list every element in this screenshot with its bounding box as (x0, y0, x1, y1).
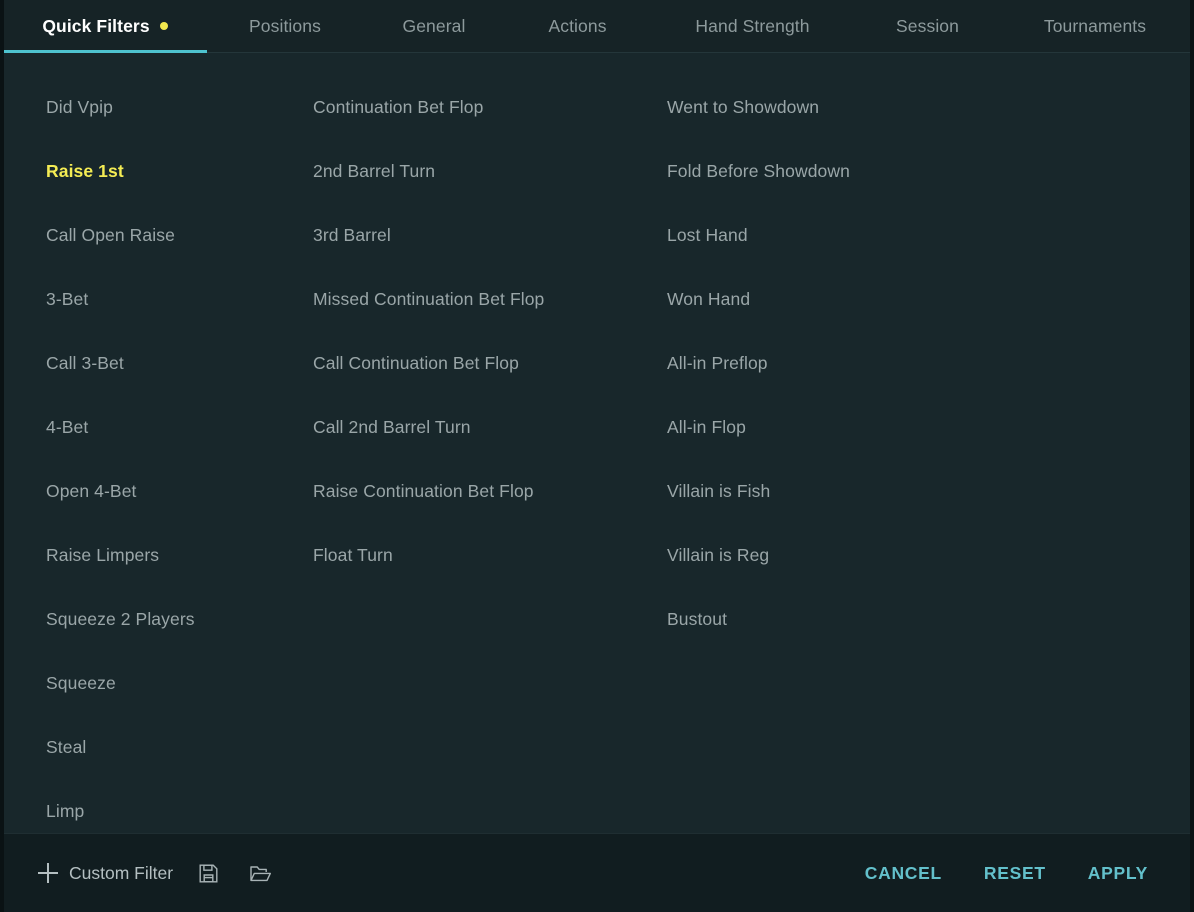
tab-tournaments[interactable]: Tournaments (1000, 0, 1190, 52)
filter-item[interactable]: Won Hand (667, 267, 1020, 331)
tab-label: Hand Strength (695, 15, 810, 36)
filter-item[interactable]: Raise Limpers (46, 523, 256, 587)
filter-list-panel: Did Vpip Raise 1st Call Open Raise 3-Bet… (0, 53, 1194, 833)
filter-item[interactable]: All-in Flop (667, 395, 1020, 459)
filter-item[interactable]: 2nd Barrel Turn (313, 139, 620, 203)
filter-item[interactable]: Continuation Bet Flop (313, 75, 620, 139)
tab-hand-strength[interactable]: Hand Strength (650, 0, 855, 52)
filter-item[interactable]: Fold Before Showdown (667, 139, 1020, 203)
plus-icon (38, 863, 58, 883)
quick-filters-dialog: Quick Filters Positions General Actions … (0, 0, 1194, 912)
add-custom-filter-button[interactable]: Custom Filter (38, 863, 173, 884)
tab-positions[interactable]: Positions (207, 0, 363, 52)
filter-tab-bar: Quick Filters Positions General Actions … (0, 0, 1194, 53)
filter-item[interactable]: Did Vpip (46, 75, 256, 139)
filter-item[interactable]: Missed Continuation Bet Flop (313, 267, 620, 331)
save-floppy-icon (199, 864, 218, 882)
tab-label: Tournaments (1043, 15, 1147, 36)
filter-item[interactable]: Lost Hand (667, 203, 1020, 267)
filter-item[interactable]: Bustout (667, 587, 1020, 651)
filter-column-outcome: Went to Showdown Fold Before Showdown Lo… (620, 75, 1020, 833)
tab-active-indicator-dot (159, 22, 168, 30)
filter-item[interactable]: Call 2nd Barrel Turn (313, 395, 620, 459)
open-filter-button[interactable] (243, 856, 277, 890)
filter-item[interactable]: Villain is Fish (667, 459, 1020, 523)
tab-label: Session (896, 15, 959, 36)
filter-item[interactable]: Float Turn (313, 523, 620, 587)
custom-filter-label: Custom Filter (69, 862, 174, 883)
filter-item[interactable]: Villain is Reg (667, 523, 1020, 587)
filter-item[interactable]: Squeeze (46, 651, 256, 715)
filter-column-preflop: Did Vpip Raise 1st Call Open Raise 3-Bet… (0, 75, 256, 833)
apply-button[interactable]: APPLY (1067, 854, 1148, 893)
tab-label: Positions (249, 15, 321, 36)
filter-column-postflop: Continuation Bet Flop 2nd Barrel Turn 3r… (256, 75, 620, 833)
tab-label: General (402, 15, 466, 36)
filter-item[interactable]: 3rd Barrel (313, 203, 620, 267)
filter-item[interactable]: 3-Bet (46, 267, 256, 331)
dialog-footer: Custom Filter CANCEL RESET APPLY (0, 833, 1194, 912)
filter-item[interactable]: Squeeze 2 Players (46, 587, 256, 651)
tab-general[interactable]: General (363, 0, 505, 52)
footer-left-group: Custom Filter (38, 856, 277, 890)
open-folder-icon (249, 865, 271, 881)
reset-button[interactable]: RESET (963, 854, 1067, 893)
left-edge-gutter (0, 0, 4, 912)
filter-item[interactable]: Steal (46, 715, 256, 779)
filter-item[interactable]: Call Open Raise (46, 203, 256, 267)
filter-item-selected[interactable]: Raise 1st (46, 139, 256, 203)
filter-item[interactable]: Call Continuation Bet Flop (313, 331, 620, 395)
filter-item[interactable]: 4-Bet (46, 395, 256, 459)
tab-quick-filters[interactable]: Quick Filters (3, 0, 207, 53)
filter-columns: Did Vpip Raise 1st Call Open Raise 3-Bet… (0, 75, 1194, 833)
filter-item[interactable]: Raise Continuation Bet Flop (313, 459, 620, 523)
filter-item[interactable]: Open 4-Bet (46, 459, 256, 523)
tab-session[interactable]: Session (855, 0, 1000, 52)
tab-label: Actions (548, 15, 607, 36)
filter-item[interactable]: All-in Preflop (667, 331, 1020, 395)
tab-label: Quick Filters (42, 15, 150, 36)
footer-action-group: CANCEL RESET APPLY (844, 854, 1148, 893)
filter-item[interactable]: Went to Showdown (667, 75, 1020, 139)
filter-item[interactable]: Limp (46, 779, 256, 833)
filter-item[interactable]: Call 3-Bet (46, 331, 256, 395)
save-filter-button[interactable] (191, 856, 225, 890)
cancel-button[interactable]: CANCEL (844, 854, 963, 893)
tab-actions[interactable]: Actions (505, 0, 650, 52)
right-edge-gutter (1190, 0, 1194, 912)
